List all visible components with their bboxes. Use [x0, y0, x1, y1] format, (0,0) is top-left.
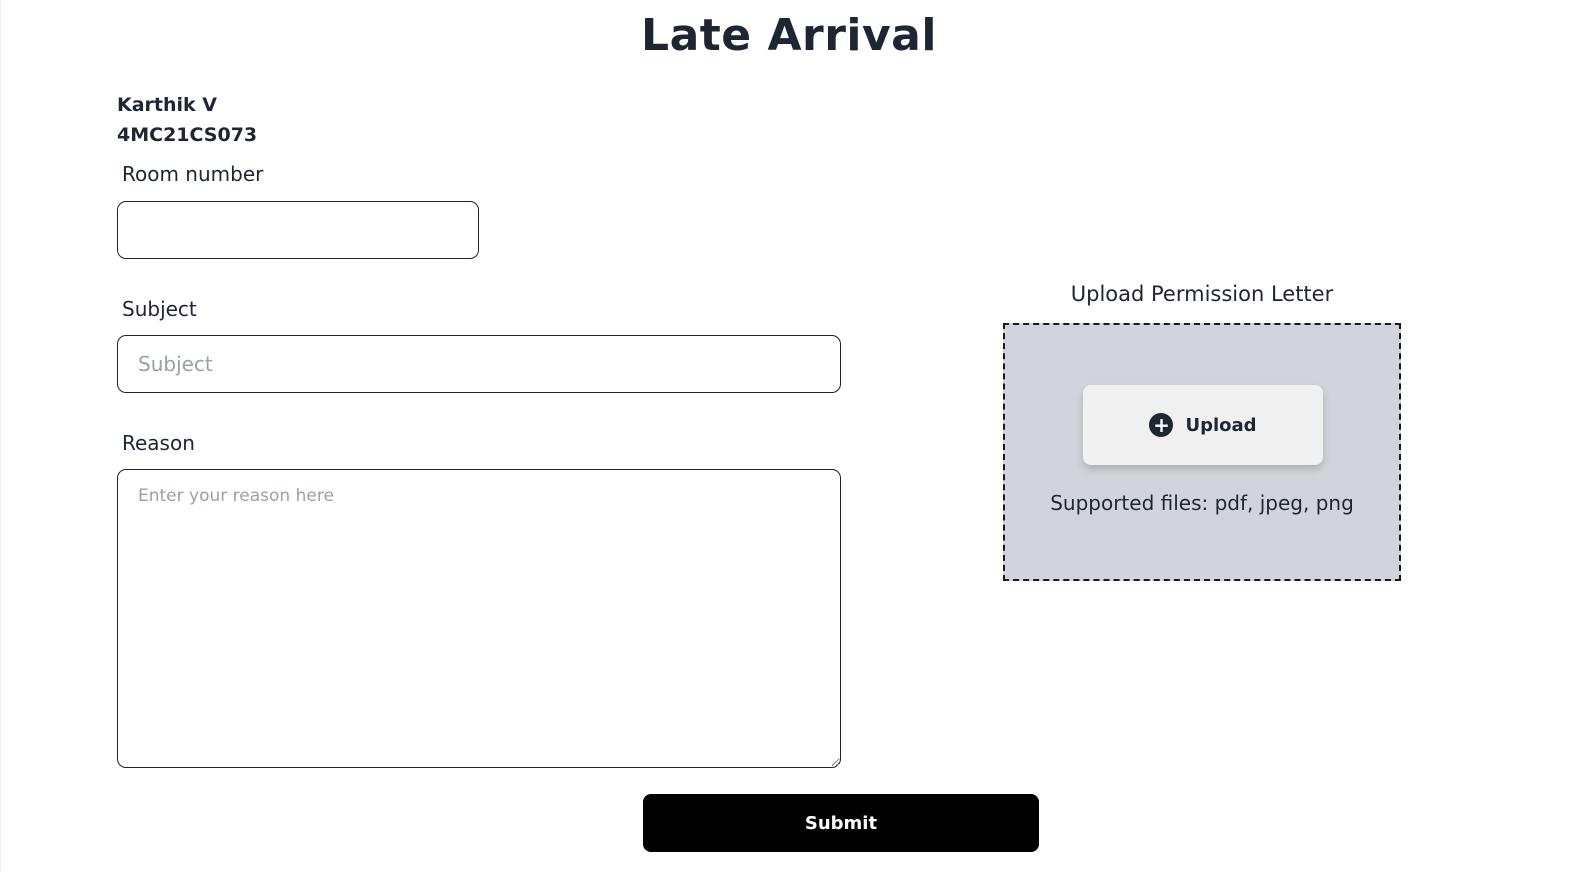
page-title: Late Arrival [641, 10, 937, 61]
upload-button[interactable]: + Upload [1083, 385, 1323, 465]
subject-label: Subject [122, 297, 197, 321]
upload-button-label: Upload [1185, 414, 1257, 436]
upload-section-title: Upload Permission Letter [1070, 282, 1334, 306]
reason-textarea[interactable] [117, 469, 841, 768]
student-id: 4MC21CS073 [117, 124, 258, 146]
upload-dropzone[interactable]: + Upload Supported files: pdf, jpeg, png [1003, 323, 1401, 581]
subject-input[interactable] [117, 335, 841, 393]
room-number-label: Room number [122, 162, 264, 186]
supported-files-text: Supported files: pdf, jpeg, png [1050, 491, 1354, 515]
room-number-input[interactable] [117, 201, 479, 259]
late-arrival-page: Late Arrival Karthik V 4MC21CS073 Room n… [0, 0, 1576, 872]
submit-button[interactable]: Submit [643, 794, 1039, 852]
student-name: Karthik V [117, 94, 217, 116]
reason-label: Reason [122, 431, 195, 455]
plus-circle-icon: + [1149, 413, 1174, 437]
